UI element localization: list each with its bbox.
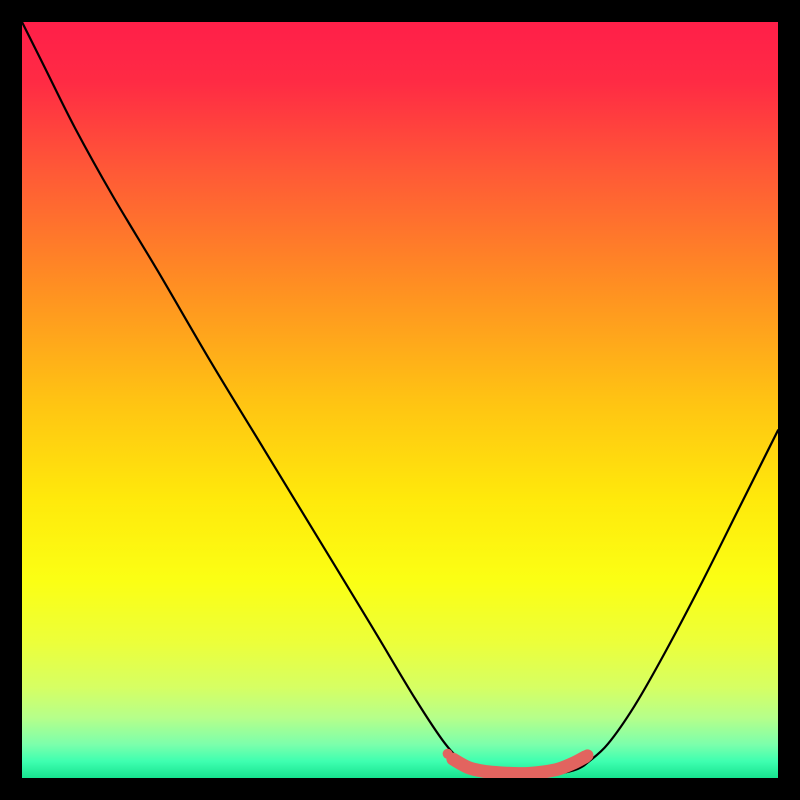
right-dot	[581, 749, 593, 761]
left-dot	[443, 749, 453, 759]
bottleneck-chart	[22, 22, 778, 778]
chart-frame: TheBottleneck.com	[22, 22, 778, 778]
gradient-background	[22, 22, 778, 778]
